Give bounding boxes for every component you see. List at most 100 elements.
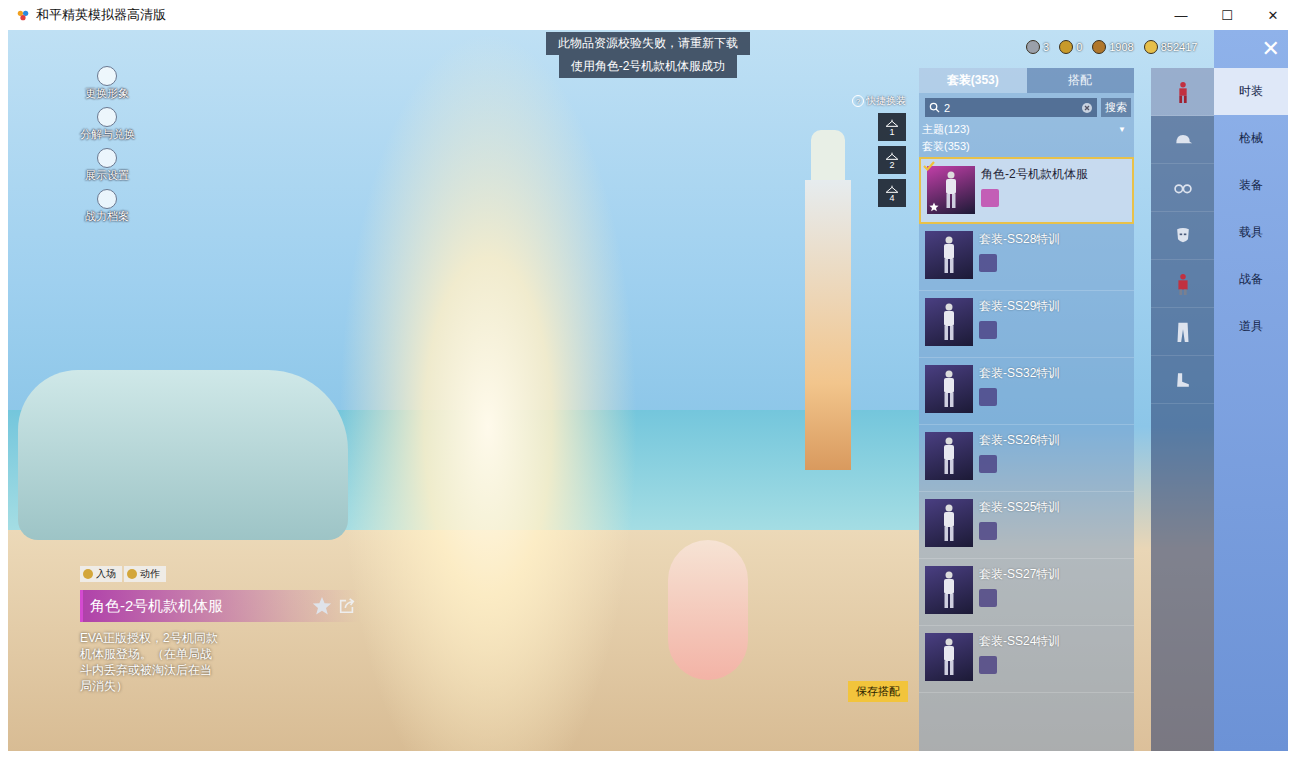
quick-swap: ?快捷换装124 [852,94,906,207]
outfit-icon [1173,81,1193,103]
side-menu: 更换形象分解与兑换展示设置战力档案 [72,66,142,224]
outfit-item[interactable]: 套装-SS24特训 [919,626,1134,693]
outfit-thumbnail [927,166,975,214]
window-title: 和平精英模拟器高清版 [36,6,1158,24]
category-tab[interactable] [1151,308,1214,356]
side-menu-item[interactable]: 展示设置 [72,148,142,183]
item-description: EVA正版授权，2号机同款机体服登场。（在单局战斗内丢弃或被淘汰后在当局消失） [80,630,222,694]
category-column [1151,68,1214,751]
outfit-item[interactable]: 套装-SS29特训 [919,291,1134,358]
selected-check-icon [923,160,935,172]
emulator-window: 和平精英模拟器高清版—☐✕套装(353)搭配2搜索主题(123)▼套装(353)… [0,0,1296,759]
save-outfit-button[interactable]: 保存搭配 [848,681,908,702]
close-button[interactable]: ✕ [1262,38,1280,60]
search-field[interactable]: 2 [925,98,1097,117]
category-tab[interactable] [1151,212,1214,260]
outfit-item[interactable]: 套装-SS32特训 [919,358,1134,425]
quick-swap-slot[interactable]: 2 [878,146,906,174]
main-menu-item[interactable]: 战备 [1214,256,1288,303]
clear-icon[interactable] [1081,102,1093,114]
outfit-item[interactable]: 角色-2号机款机体服 [919,157,1134,224]
outfit-panel: 套装(353)搭配2搜索主题(123)▼套装(353)角色-2号机款机体服套装-… [919,68,1134,751]
outfit-tab[interactable]: 套装(353) [919,68,1027,93]
outfit-thumbnail [925,298,973,346]
category-tab[interactable] [1151,116,1214,164]
hanger-icon [885,184,899,194]
side-menu-icon [97,107,117,127]
lighthouse [798,130,858,470]
side-menu-item[interactable]: 分解与兑换 [72,107,142,142]
action-icon [83,569,93,579]
game-screen: 套装(353)搭配2搜索主题(123)▼套装(353)角色-2号机款机体服套装-… [8,30,1288,751]
quick-swap-slot[interactable]: 4 [878,179,906,207]
coin-icon [1026,40,1040,54]
quick-swap-slot[interactable]: 1 [878,113,906,141]
part-icon [981,189,999,207]
category-tab[interactable] [1151,68,1214,116]
window-control-button[interactable]: — [1158,0,1204,30]
outfit-tab[interactable]: 搭配 [1027,68,1135,93]
window-control-button[interactable]: ✕ [1250,0,1296,30]
outfit-figure-icon [939,436,959,476]
hanger-icon [885,118,899,128]
app-logo-icon [16,8,30,22]
action-button[interactable]: 入场 [80,566,122,582]
car [18,370,348,540]
outfit-figure-icon [939,369,959,409]
outfit-figure-icon [939,637,959,677]
side-menu-item[interactable]: 战力档案 [72,189,142,224]
main-menu: ✕ 时装枪械装备载具战备道具 [1214,30,1288,751]
notice: 使用角色-2号机款机体服成功 [559,55,738,78]
outfit-item[interactable]: 套装-SS25特训 [919,492,1134,559]
item-detail: 入场动作角色-2号机款机体服 EVA正版授权，2号机同款机体服登场。（在单局战斗内… [80,566,360,694]
top-icon [1173,273,1193,295]
main-menu-item[interactable]: 道具 [1214,303,1288,350]
section-label: 套装(353) [919,137,1134,157]
category-tab[interactable] [1151,164,1214,212]
shoes-icon [1173,369,1193,391]
outfit-thumbnail [925,432,973,480]
search-icon [929,102,940,113]
hanger-icon [885,151,899,161]
side-menu-icon [97,148,117,168]
outfit-figure-icon [939,503,959,543]
favorite-star-icon [929,202,939,212]
outfit-thumbnail [925,499,973,547]
currency: 1908 [1092,40,1133,54]
pet [668,540,748,680]
part-icon [979,321,997,339]
category-tab[interactable] [1151,356,1214,404]
currency: 3 [1026,40,1049,54]
help-icon[interactable]: ? [852,95,864,107]
outfit-figure-icon [941,170,961,210]
outfit-item[interactable]: 套装-SS26特训 [919,425,1134,492]
main-menu-item[interactable]: 时装 [1214,68,1288,115]
search-button[interactable]: 搜索 [1101,98,1131,117]
item-name: 角色-2号机款机体服 [90,597,312,616]
part-icon [979,589,997,607]
side-menu-item[interactable]: 更换形象 [72,66,142,101]
share-icon[interactable] [338,597,356,615]
action-icon [127,569,137,579]
window-control-button[interactable]: ☐ [1204,0,1250,30]
action-button[interactable]: 动作 [124,566,166,582]
outfit-thumbnail [925,633,973,681]
side-menu-icon [97,66,117,86]
part-icon [979,254,997,272]
main-menu-item[interactable]: 装备 [1214,162,1288,209]
outfit-item[interactable]: 套装-SS27特训 [919,559,1134,626]
category-tab[interactable] [1151,260,1214,308]
part-icon [979,522,997,540]
hat-icon [1173,129,1193,151]
coin-icon [1059,40,1073,54]
outfit-item[interactable]: 套装-SS28特训 [919,224,1134,291]
title-bar: 和平精英模拟器高清版—☐✕ [0,0,1296,30]
main-menu-item[interactable]: 载具 [1214,209,1288,256]
theme-filter[interactable]: 主题(123)▼ [919,120,1134,137]
favorite-icon[interactable] [312,596,332,616]
currency: 0 [1059,40,1082,54]
notice: 此物品资源校验失败，请重新下载 [546,32,750,55]
part-icon [979,656,997,674]
main-menu-item[interactable]: 枪械 [1214,115,1288,162]
outfit-figure-icon [939,302,959,342]
